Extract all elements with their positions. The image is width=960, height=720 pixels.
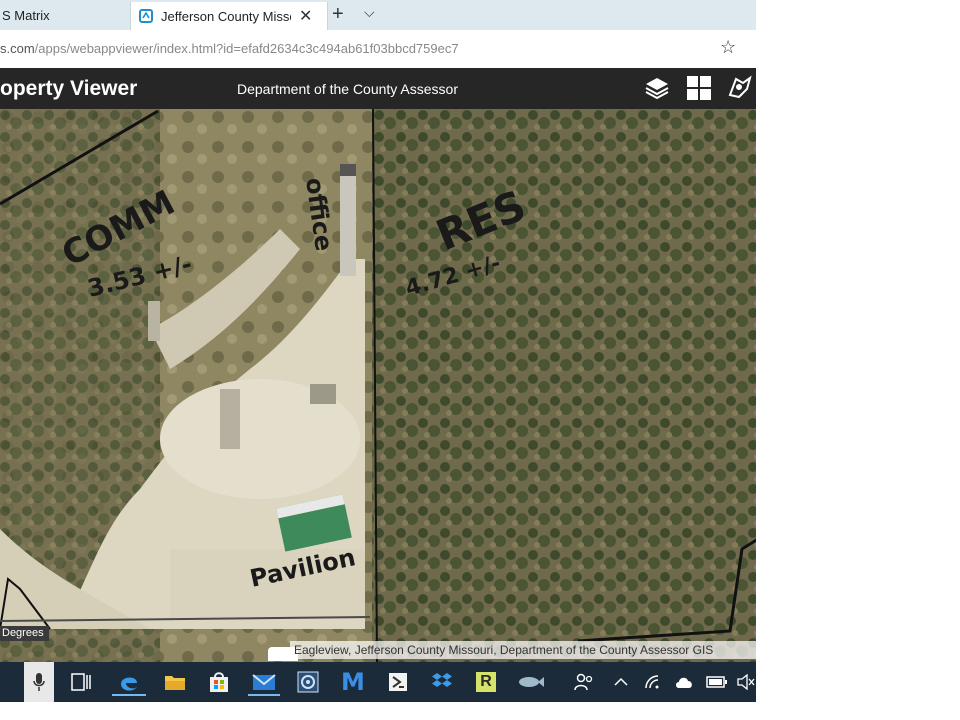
cloud-icon[interactable] xyxy=(672,670,696,694)
windows-taskbar: M R xyxy=(0,662,756,702)
microphone-icon[interactable] xyxy=(24,662,54,702)
tab-matrix[interactable]: S Matrix xyxy=(0,0,130,30)
m-app-icon[interactable]: M xyxy=(338,668,368,696)
layers-icon[interactable] xyxy=(644,75,670,101)
new-tab-button[interactable]: + xyxy=(332,3,344,26)
close-tab-icon[interactable]: ✕ xyxy=(299,6,312,26)
url-text[interactable]: s.com/apps/webappviewer/index.html?id=ef… xyxy=(0,41,459,56)
url-host: s.com xyxy=(0,41,35,56)
aerial-imagery[interactable]: COMM 3.53 +/- office RES 4.72 +/- Pavili… xyxy=(0,109,756,662)
basemap-gallery-icon[interactable] xyxy=(686,75,712,101)
app-header: operty Viewer Department of the County A… xyxy=(0,68,756,109)
terminal-app-icon[interactable] xyxy=(384,670,412,694)
volume-mute-icon[interactable] xyxy=(736,670,756,694)
people-icon[interactable] xyxy=(572,670,596,694)
store-icon[interactable] xyxy=(204,670,234,694)
app-title: operty Viewer xyxy=(0,77,138,100)
file-explorer-icon[interactable] xyxy=(160,670,190,694)
address-bar[interactable]: s.com/apps/webappviewer/index.html?id=ef… xyxy=(0,30,756,69)
wifi-icon[interactable] xyxy=(642,670,664,694)
tab-label: S Matrix xyxy=(2,7,50,23)
app-subtitle: Department of the County Assessor xyxy=(237,81,458,97)
dropbox-icon[interactable] xyxy=(428,670,456,694)
tab-menu-chevron-down-icon[interactable]: ⌵ xyxy=(364,4,375,21)
url-path: /apps/webappviewer/index.html?id=efafd26… xyxy=(34,41,459,56)
scale-bar-label: Degrees xyxy=(0,626,49,641)
browser-tab-strip: S Matrix Jefferson County Missouri ✕ + ⌵ xyxy=(0,0,756,30)
arcgis-favicon-icon xyxy=(139,9,153,23)
legend-icon[interactable] xyxy=(727,75,753,101)
screen: S Matrix Jefferson County Missouri ✕ + ⌵… xyxy=(0,0,756,704)
chevron-up-icon[interactable] xyxy=(610,670,632,694)
map-view[interactable]: COMM 3.53 +/- office RES 4.72 +/- Pavili… xyxy=(0,109,756,662)
battery-icon[interactable] xyxy=(704,670,730,694)
edge-icon[interactable] xyxy=(112,670,146,696)
tab-label: Jefferson County Missouri xyxy=(161,8,291,24)
task-view-icon[interactable] xyxy=(68,670,94,694)
settings-app-icon[interactable] xyxy=(294,670,322,694)
favorite-star-icon[interactable]: ☆ xyxy=(720,37,736,58)
mail-icon[interactable] xyxy=(248,670,280,696)
r-app-letter: R xyxy=(476,672,496,692)
r-app-icon[interactable]: R xyxy=(472,670,500,694)
fish-app-icon[interactable] xyxy=(516,670,546,694)
map-attribution: Eagleview, Jefferson County Missouri, De… xyxy=(290,641,756,659)
tab-jefferson-county[interactable]: Jefferson County Missouri ✕ xyxy=(130,2,328,30)
